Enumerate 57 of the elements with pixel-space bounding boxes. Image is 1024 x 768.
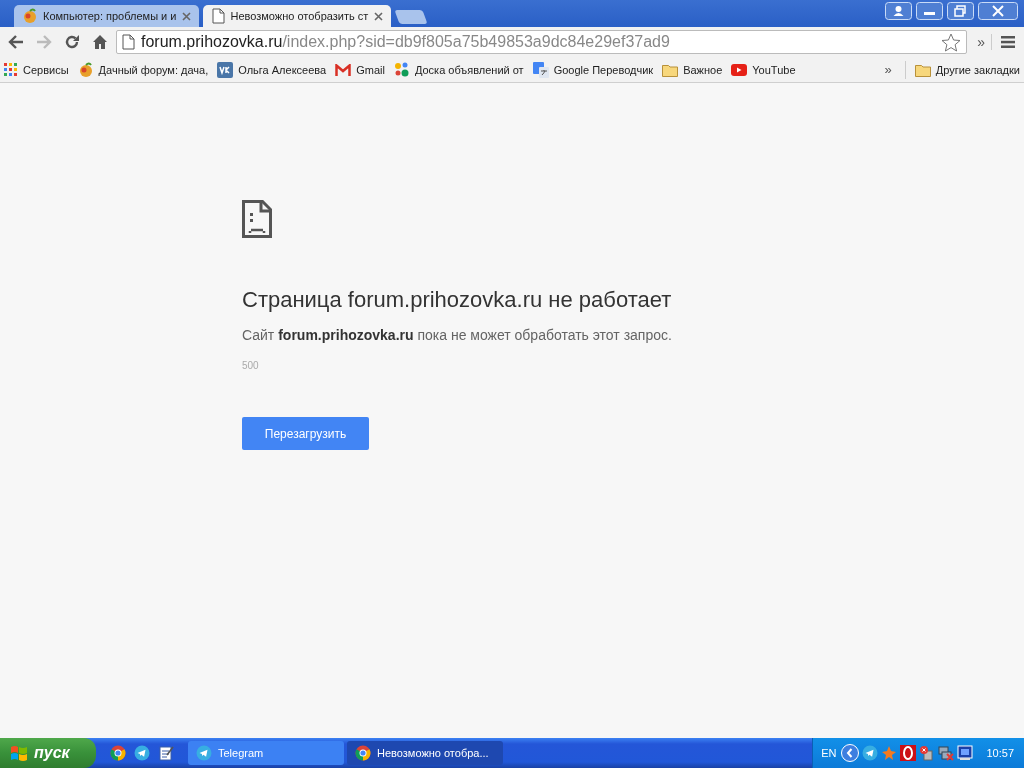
page-icon [211,8,226,24]
browser-tab[interactable]: Невозможно отобразить ст [203,5,392,27]
network-error-icon[interactable] [938,745,955,761]
taskbar-button[interactable]: Невозможно отобра... [347,741,503,765]
language-indicator[interactable]: EN [821,747,837,759]
address-bar[interactable]: forum.prihozovka.ru/index.php?sid=db9f805a75b49853a9dc84e29ef37ad9 [116,30,968,54]
bookmark-item[interactable]: Google Переводчик [532,61,654,78]
bookmark-item[interactable]: Дачный форум: дача, [77,61,209,78]
bookmark-item[interactable]: Сервисы [4,62,69,77]
colored-dots-icon [393,61,410,78]
folder-icon [914,62,931,77]
device-warning-icon[interactable] [919,745,936,761]
chrome-icon [355,745,371,761]
bookmark-item[interactable]: YouTube [731,63,796,76]
bookmark-folder[interactable]: Другие закладки [914,62,1020,77]
paper-plane-icon[interactable] [134,745,150,761]
chrome-icon[interactable] [110,745,126,761]
page-icon [121,34,135,50]
ring-logo-icon[interactable] [900,745,917,761]
bookmark-item[interactable]: Важное [662,62,723,77]
start-button[interactable]: пуск [0,738,96,768]
paper-plane-icon[interactable] [862,745,879,761]
translate-icon [532,61,549,78]
fruit-icon [22,8,38,24]
monitor-icon[interactable] [957,745,974,761]
fruit-icon [77,61,94,78]
url-text: forum.prihozovka.ru/index.php?sid=db9f805a75b49853a9dc84e29ef37ad9 [141,33,670,51]
bookmark-item[interactable]: Ольга Алексеева [217,61,327,78]
new-tab-button[interactable] [394,10,428,24]
error-message: Сайт forum.prihozovka.ru пока не может обработать этот запрос. [242,327,672,343]
close-icon[interactable] [181,11,192,21]
bookmark-item[interactable]: Доска объявлений от [393,61,524,78]
bookmarks-overflow-button[interactable]: » [880,62,896,77]
reload-button[interactable]: Перезагрузить [242,417,369,450]
taskbar-button[interactable]: Telegram [188,741,344,765]
restore-icon[interactable] [947,2,974,20]
close-icon[interactable] [373,11,384,21]
paper-plane-icon [196,745,212,761]
apps-grid-icon [4,62,18,77]
error-heading: Страница forum.prihozovka.ru не работает [242,287,672,313]
star-shape-icon[interactable] [881,745,898,761]
user-icon[interactable] [885,2,912,20]
social-logo-icon [217,61,234,78]
chevron-left-icon[interactable] [841,744,860,762]
overflow-button[interactable]: » [971,34,992,50]
minimize-icon[interactable] [916,2,943,20]
video-play-icon [731,63,748,76]
bookmark-item[interactable]: Gmail [335,63,385,76]
star-icon[interactable] [940,31,963,53]
error-code: 500 [242,360,259,371]
sad-page-icon [242,200,273,238]
folder-icon [662,62,679,77]
mail-icon [335,63,352,76]
windows-flag-icon [10,745,28,761]
clock: 10:57 [986,747,1014,759]
notepad-icon[interactable] [158,745,174,761]
browser-tab[interactable]: Компьютер: проблемы и и [14,5,200,27]
